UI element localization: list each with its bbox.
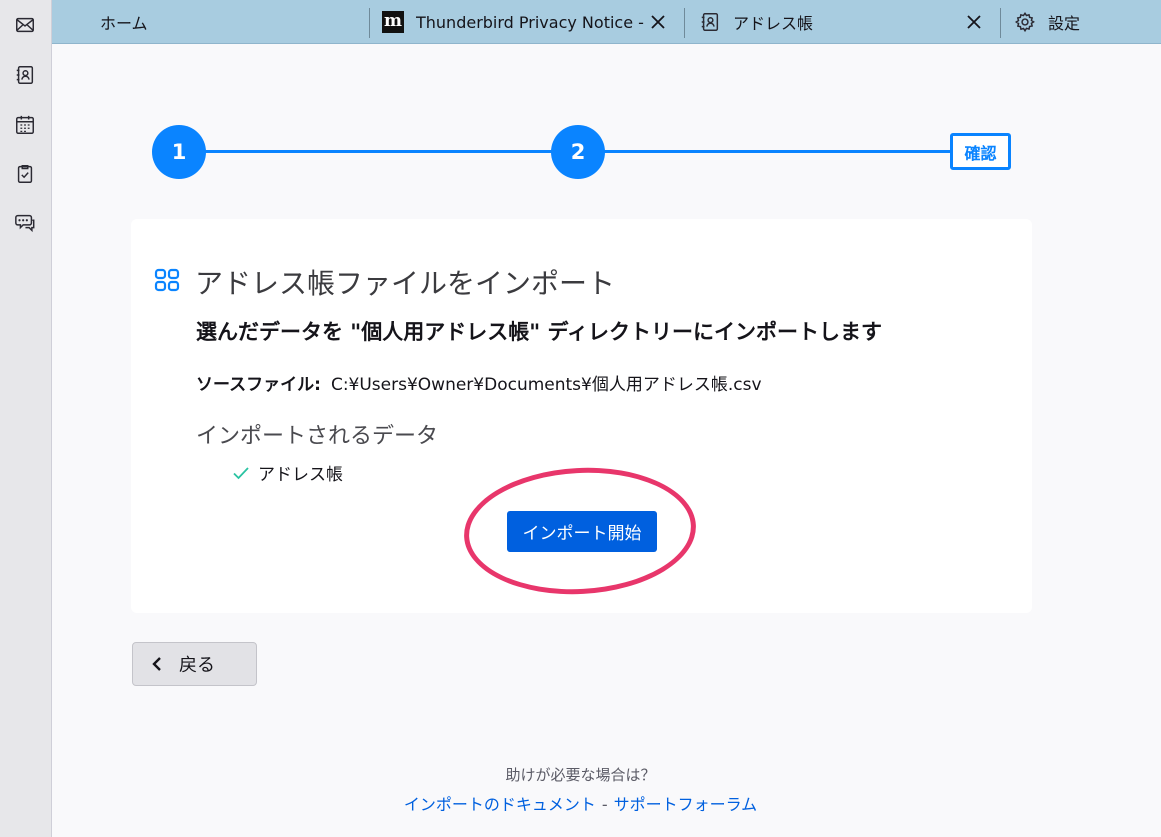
privacy-notice-logo-icon: m (382, 11, 404, 33)
import-docs-link[interactable]: インポートのドキュメント (404, 795, 596, 814)
tab-separator (369, 8, 370, 38)
back-button-label: 戻る (179, 655, 215, 676)
tab-address-book-close-button[interactable] (964, 12, 984, 32)
tab-separator (684, 8, 685, 38)
tab-address-book[interactable]: アドレス帳 (699, 0, 813, 44)
chevron-left-icon (152, 657, 161, 671)
address-book-icon[interactable] (11, 61, 39, 89)
spaces-toolbar (0, 0, 52, 837)
import-grid-icon (154, 268, 180, 292)
tab-home-label: ホーム (100, 14, 148, 33)
tasks-icon[interactable] (11, 160, 39, 188)
tab-bar: ホーム m Thunderbird Privacy Notice - アドレス帳… (52, 0, 1161, 44)
tab-settings-label: 設定 (1048, 14, 1081, 33)
support-forum-link[interactable]: サポートフォーラム (614, 795, 758, 814)
source-file-label: ソースファイル: (196, 375, 321, 395)
step-confirm-indicator: 確認 (950, 133, 1011, 170)
source-file-path: C:¥Users¥Owner¥Documents¥個人用アドレス帳.csv (330, 375, 762, 395)
source-file: ソースファイル: C:¥Users¥Owner¥Documents¥個人用アドレス… (196, 370, 762, 395)
tab-address-book-label: アドレス帳 (733, 14, 814, 33)
tab-settings[interactable]: 設定 (1014, 0, 1080, 44)
step-2-indicator: 2 (551, 125, 605, 179)
help-question: 助けが必要な場合は？ (505, 766, 656, 784)
import-description: 選んだデータを "個人用アドレス帳" ディレクトリーにインポートします (196, 320, 883, 344)
checkmark-icon (233, 466, 249, 479)
step-1-indicator: 1 (152, 125, 206, 179)
gear-icon (1014, 11, 1036, 33)
list-item: アドレス帳 (232, 460, 343, 485)
imported-data-label: インポートされるデータ (196, 424, 439, 449)
tab-home[interactable]: ホーム (100, 0, 148, 44)
tab-separator (1000, 8, 1001, 38)
calendar-icon[interactable] (11, 111, 39, 139)
help-separator: - (601, 795, 608, 814)
imported-data-item: アドレス帳 (258, 465, 343, 485)
tab-privacy-close-button[interactable] (648, 12, 668, 32)
tab-privacy-notice[interactable]: m Thunderbird Privacy Notice - (382, 0, 644, 44)
tab-privacy-notice-label: Thunderbird Privacy Notice - (416, 12, 644, 32)
chat-icon[interactable] (11, 209, 39, 237)
help-links: インポートのドキュメント - サポートフォーラム (0, 791, 1161, 815)
mail-icon[interactable] (11, 11, 39, 39)
back-button[interactable]: 戻る (132, 642, 257, 686)
address-book-icon (699, 11, 721, 33)
card-title: アドレス帳ファイルをインポート (195, 267, 616, 300)
